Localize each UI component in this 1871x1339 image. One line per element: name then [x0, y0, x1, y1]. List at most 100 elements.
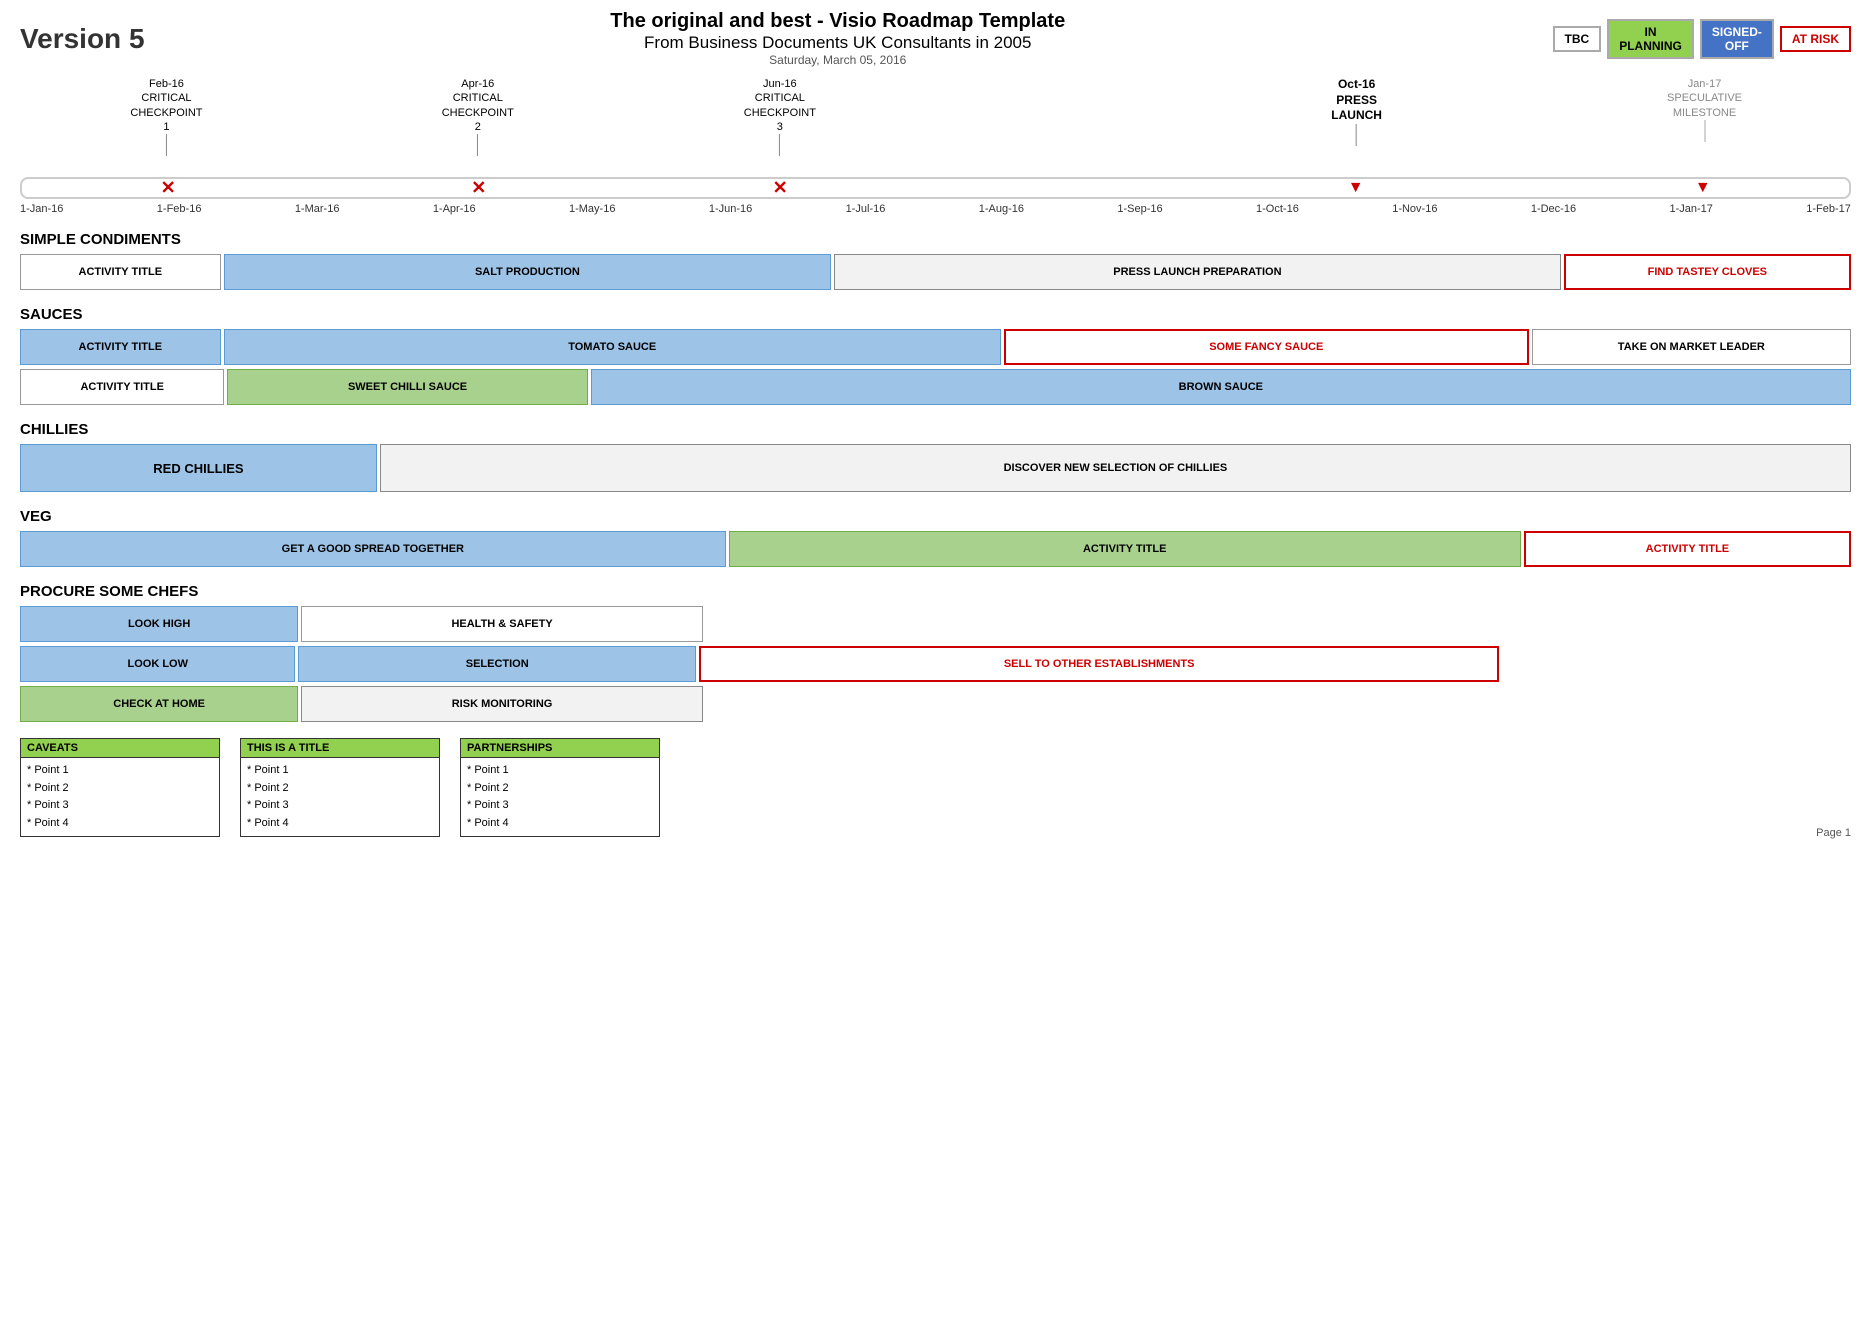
bar-red-chillies: RED CHILLIES — [20, 444, 377, 492]
axis-feb16: 1-Feb-16 — [157, 203, 202, 215]
caveats-point-3: * Point 3 — [27, 797, 213, 815]
section-title-condiments: SIMPLE CONDIMENTS — [20, 231, 1851, 248]
milestone-4: Oct-16PRESSLAUNCH — [1331, 77, 1382, 146]
axis-dec16: 1-Dec-16 — [1531, 203, 1576, 215]
section-simple-condiments: SIMPLE CONDIMENTS ACTIVITY TITLE SALT PR… — [20, 231, 1851, 290]
section-title-chillies: CHILLIES — [20, 421, 1851, 438]
header-date: Saturday, March 05, 2016 — [145, 53, 1531, 67]
axis-oct16: 1-Oct-16 — [1256, 203, 1299, 215]
bar-sweet-chilli-sauce: SWEET CHILLI SAUCE — [227, 369, 587, 405]
condiments-row-1: ACTIVITY TITLE SALT PRODUCTION PRESS LAU… — [20, 254, 1851, 290]
chefs-row-1: LOOK HIGH HEALTH & SAFETY — [20, 606, 1851, 642]
footer-notes: CAVEATS * Point 1 * Point 2 * Point 3 * … — [20, 738, 1851, 837]
bar-salt-production: SALT PRODUCTION — [224, 254, 832, 290]
bar-discover-new-chillies: DISCOVER NEW SELECTION OF CHILLIES — [380, 444, 1851, 492]
chefs-row-3-spacer — [706, 686, 1851, 722]
axis-jun16: 1-Jun-16 — [709, 203, 752, 215]
axis-jan17: 1-Jan-17 — [1669, 203, 1712, 215]
axis-labels: 1-Jan-16 1-Feb-16 1-Mar-16 1-Apr-16 1-Ma… — [20, 203, 1851, 215]
axis-aug16: 1-Aug-16 — [979, 203, 1024, 215]
section-chillies: CHILLIES RED CHILLIES DISCOVER NEW SELEC… — [20, 421, 1851, 492]
bar-check-at-home: CHECK AT HOME — [20, 686, 298, 722]
veg-rows: Get a good spread together ACTIVITY TITL… — [20, 531, 1851, 567]
chillies-row-1: RED CHILLIES DISCOVER NEW SELECTION OF C… — [20, 444, 1851, 492]
section-title-chefs: PROCURE SOME CHEFS — [20, 583, 1851, 600]
section-title-sauces: SAUCES — [20, 306, 1851, 323]
tick-5: ▼ — [1695, 179, 1711, 197]
main-title: The original and best - Visio Roadmap Te… — [145, 10, 1531, 33]
version-label: Version 5 — [20, 23, 145, 55]
section-title-veg: VEG — [20, 508, 1851, 525]
caveats-point-4: * Point 4 — [27, 815, 213, 833]
bar-some-fancy-sauce: SOME FANCY SAUCE — [1004, 329, 1529, 365]
note-partnerships-header: PARTNERSHIPS — [461, 739, 659, 758]
caveats-point-2: * Point 2 — [27, 780, 213, 798]
bar-activity-title-3: ACTIVITY TITLE — [20, 369, 224, 405]
milestone-5: Jan-17SPECULATIVEMILESTONE — [1667, 77, 1742, 142]
bar-activity-title-1: ACTIVITY TITLE — [20, 254, 221, 290]
axis-sep16: 1-Sep-16 — [1117, 203, 1162, 215]
axis-jan16: 1-Jan-16 — [20, 203, 63, 215]
section-veg: VEG Get a good spread together ACTIVITY … — [20, 508, 1851, 567]
chefs-row-3: CHECK AT HOME RISK MONITORING — [20, 686, 1851, 722]
title-point-4: * Point 4 — [247, 815, 433, 833]
milestones-row: Feb-16CRITICALCHECKPOINT1 Apr-16CRITICAL… — [20, 77, 1851, 177]
partnerships-point-3: * Point 3 — [467, 797, 653, 815]
partnerships-point-2: * Point 2 — [467, 780, 653, 798]
milestone-4-label: Oct-16PRESSLAUNCH — [1331, 77, 1382, 124]
note-title-header: THIS IS A TITLE — [241, 739, 439, 758]
axis-apr16: 1-Apr-16 — [433, 203, 476, 215]
title-point-3: * Point 3 — [247, 797, 433, 815]
header-center: The original and best - Visio Roadmap Te… — [145, 10, 1531, 67]
milestone-2-line — [477, 134, 478, 156]
milestone-3-line — [779, 134, 780, 156]
page-number: Page 1 — [1816, 827, 1851, 839]
section-chefs: PROCURE SOME CHEFS LOOK HIGH HEALTH & SA… — [20, 583, 1851, 722]
milestone-3-label: Jun-16CRITICALCHECKPOINT3 — [744, 77, 816, 134]
milestone-1-label: Feb-16CRITICALCHECKPOINT1 — [130, 77, 202, 134]
milestone-2: Apr-16CRITICALCHECKPOINT2 — [442, 77, 514, 156]
axis-may16: 1-May-16 — [569, 203, 615, 215]
sauces-row-2: ACTIVITY TITLE SWEET CHILLI SAUCE BROWN … — [20, 369, 1851, 405]
milestone-1-line — [166, 134, 167, 156]
bar-good-spread: Get a good spread together — [20, 531, 726, 567]
bar-sell-other: SELL TO OTHER ESTABLISHMENTS — [699, 646, 1499, 682]
note-caveats: CAVEATS * Point 1 * Point 2 * Point 3 * … — [20, 738, 220, 837]
note-partnerships-body: * Point 1 * Point 2 * Point 3 * Point 4 — [461, 758, 659, 836]
partnerships-point-1: * Point 1 — [467, 762, 653, 780]
tick-3: ✕ — [773, 178, 788, 199]
note-title-body: * Point 1 * Point 2 * Point 3 * Point 4 — [241, 758, 439, 836]
milestone-5-label: Jan-17SPECULATIVEMILESTONE — [1667, 77, 1742, 120]
bar-take-on-market-leader: TAKE ON MARKET LEADER — [1532, 329, 1851, 365]
note-title: THIS IS A TITLE * Point 1 * Point 2 * Po… — [240, 738, 440, 837]
bar-find-tastey-cloves: FIND TASTEY CLOVES — [1564, 254, 1851, 290]
milestone-4-line — [1356, 124, 1357, 146]
tick-4: ▼ — [1348, 179, 1364, 197]
note-partnerships: PARTNERSHIPS * Point 1 * Point 2 * Point… — [460, 738, 660, 837]
title-point-2: * Point 2 — [247, 780, 433, 798]
note-caveats-body: * Point 1 * Point 2 * Point 3 * Point 4 — [21, 758, 219, 836]
chefs-row-1-spacer — [706, 606, 1851, 642]
legend-in-planning: INPLANNING — [1607, 19, 1694, 59]
bar-activity-title-2: ACTIVITY TITLE — [20, 329, 221, 365]
axis-nov16: 1-Nov-16 — [1392, 203, 1437, 215]
bar-selection: SELECTION — [298, 646, 695, 682]
legend-tbc: TBC — [1553, 26, 1602, 52]
bar-look-low: LOOK LOW — [20, 646, 295, 682]
caveats-point-1: * Point 1 — [27, 762, 213, 780]
legend-at-risk: AT RISK — [1780, 26, 1851, 52]
timeline-bar: ✕ ✕ ✕ ▼ ▼ — [20, 177, 1851, 199]
bar-press-launch-prep: PRESS LAUNCH PREPARATION — [834, 254, 1560, 290]
chefs-rows: LOOK HIGH HEALTH & SAFETY LOOK LOW SELEC… — [20, 606, 1851, 722]
title-point-1: * Point 1 — [247, 762, 433, 780]
legend-signed-off: SIGNED-OFF — [1700, 19, 1774, 59]
milestone-5-line — [1704, 120, 1705, 142]
milestone-2-label: Apr-16CRITICALCHECKPOINT2 — [442, 77, 514, 134]
sub-title: From Business Documents UK Consultants i… — [145, 33, 1531, 53]
sauces-row-1: ACTIVITY TITLE TOMATO SAUCE SOME FANCY S… — [20, 329, 1851, 365]
milestone-1: Feb-16CRITICALCHECKPOINT1 — [130, 77, 202, 156]
bar-risk-monitoring: RISK MONITORING — [301, 686, 703, 722]
chefs-row-2-spacer — [1502, 646, 1851, 682]
chillies-rows: RED CHILLIES DISCOVER NEW SELECTION OF C… — [20, 444, 1851, 492]
section-sauces: SAUCES ACTIVITY TITLE TOMATO SAUCE SOME … — [20, 306, 1851, 405]
